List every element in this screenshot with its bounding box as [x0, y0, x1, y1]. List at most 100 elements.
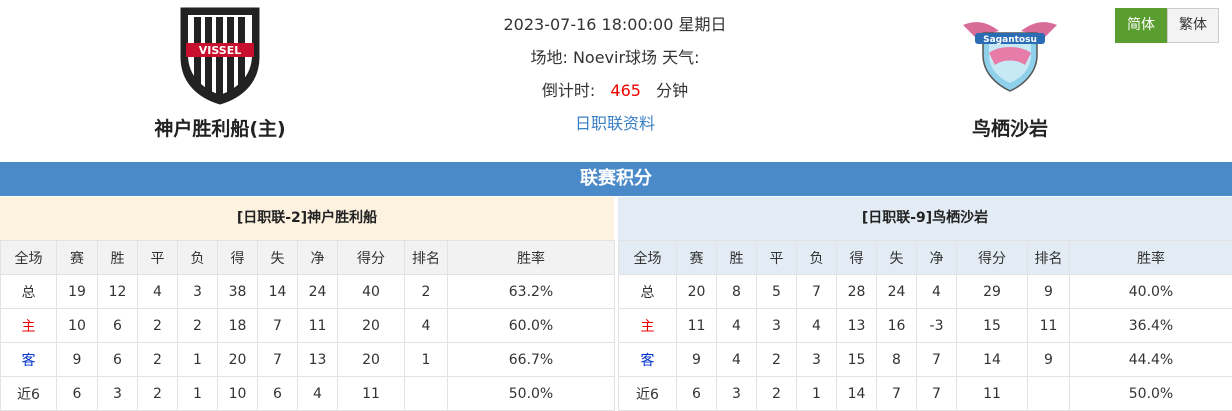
home-standings-panel: [日职联-2]神户胜利船 全场赛胜平负得失净得分排名胜率 总1912433814… [0, 197, 614, 411]
column-header: 赛 [57, 241, 98, 275]
table-cell: 7 [258, 343, 298, 377]
column-header: 净 [298, 241, 338, 275]
table-cell: -3 [917, 309, 957, 343]
table-cell: 20 [677, 275, 717, 309]
table-cell: 4 [405, 309, 448, 343]
table-cell: 50.0% [448, 377, 615, 411]
column-header: 得分 [957, 241, 1028, 275]
table-cell: 40 [338, 275, 405, 309]
away-team-logo[interactable]: Sagantosu [880, 0, 1140, 110]
column-header: 平 [757, 241, 797, 275]
home-table-body: 总19124338142440263.2%主106221871120460.0%… [1, 275, 615, 411]
table-cell: 24 [877, 275, 917, 309]
table-cell: 5 [757, 275, 797, 309]
table-cell: 近6 [1, 377, 57, 411]
table-cell: 2 [178, 309, 218, 343]
column-header: 失 [258, 241, 298, 275]
table-cell: 2 [757, 343, 797, 377]
table-cell: 11 [338, 377, 405, 411]
home-standings-table: 全场赛胜平负得失净得分排名胜率 总19124338142440263.2%主10… [0, 240, 615, 411]
table-cell: 4 [797, 309, 837, 343]
table-cell: 7 [917, 343, 957, 377]
table-cell: 12 [98, 275, 138, 309]
table-row: 总19124338142440263.2% [1, 275, 615, 309]
countdown-unit: 分钟 [656, 81, 688, 100]
table-cell: 18 [218, 309, 258, 343]
table-cell: 16 [877, 309, 917, 343]
table-cell: 14 [957, 343, 1028, 377]
table-cell: 9 [57, 343, 98, 377]
table-cell: 50.0% [1070, 377, 1232, 411]
table-row: 客96212071320166.7% [1, 343, 615, 377]
table-cell: 7 [258, 309, 298, 343]
table-cell [1028, 377, 1070, 411]
match-info: 2023-07-16 18:00:00 星期日 场地: Noevir球场 天气:… [440, 12, 790, 144]
column-header: 负 [797, 241, 837, 275]
table-cell: 2 [138, 309, 178, 343]
table-cell: 6 [98, 309, 138, 343]
svg-text:VISSEL: VISSEL [199, 44, 241, 57]
table-row: 近6632114771150.0% [619, 377, 1232, 411]
league-info-link[interactable]: 日职联资料 [440, 111, 790, 144]
column-header: 全场 [619, 241, 677, 275]
table-cell: 6 [57, 377, 98, 411]
table-cell: 6 [258, 377, 298, 411]
table-cell: 2 [757, 377, 797, 411]
table-cell: 9 [677, 343, 717, 377]
table-cell: 1 [178, 377, 218, 411]
match-header: VISSEL 神户胜利船(主) 2023-07-16 18:00:00 星期日 … [0, 0, 1232, 160]
away-team: Sagantosu 鸟栖沙岩 [880, 0, 1140, 141]
table-cell: 3 [178, 275, 218, 309]
table-cell: 4 [298, 377, 338, 411]
column-header: 排名 [1028, 241, 1070, 275]
countdown-label: 倒计时: [542, 81, 595, 100]
svg-text:Sagantosu: Sagantosu [983, 35, 1037, 45]
column-header: 平 [138, 241, 178, 275]
countdown: 倒计时: 465 分钟 [440, 78, 790, 111]
table-cell: 60.0% [448, 309, 615, 343]
table-cell: 4 [138, 275, 178, 309]
table-cell: 11 [1028, 309, 1070, 343]
column-header: 负 [178, 241, 218, 275]
table-cell: 6 [98, 343, 138, 377]
table-cell: 总 [1, 275, 57, 309]
table-row: 总208572824429940.0% [619, 275, 1232, 309]
home-team-name: 神户胜利船(主) [90, 114, 350, 141]
table-cell: 3 [98, 377, 138, 411]
home-team-logo[interactable]: VISSEL [90, 0, 350, 110]
table-cell: 13 [837, 309, 877, 343]
table-cell: 2 [405, 275, 448, 309]
table-cell: 1 [178, 343, 218, 377]
table-cell: 2 [138, 343, 178, 377]
section-title-bar: 联赛积分 [0, 162, 1232, 196]
table-cell: 9 [1028, 275, 1070, 309]
table-cell: 4 [717, 343, 757, 377]
column-header: 胜 [98, 241, 138, 275]
table-cell: 8 [717, 275, 757, 309]
lang-traditional-button[interactable]: 繁体 [1167, 8, 1219, 43]
table-cell: 总 [619, 275, 677, 309]
table-cell: 15 [837, 343, 877, 377]
table-cell: 3 [717, 377, 757, 411]
away-table-body: 总208572824429940.0%主114341316-3151136.4%… [619, 275, 1232, 411]
table-cell: 24 [298, 275, 338, 309]
table-cell: 20 [218, 343, 258, 377]
table-cell: 2 [138, 377, 178, 411]
column-header: 胜率 [1070, 241, 1232, 275]
column-header: 得 [218, 241, 258, 275]
home-standings-title: [日职联-2]神户胜利船 [0, 197, 614, 240]
table-cell: 7 [877, 377, 917, 411]
table-cell: 7 [797, 275, 837, 309]
table-cell: 1 [797, 377, 837, 411]
table-cell: 63.2% [448, 275, 615, 309]
table-cell: 28 [837, 275, 877, 309]
countdown-value: 465 [610, 81, 641, 100]
table-cell: 4 [917, 275, 957, 309]
table-cell: 40.0% [1070, 275, 1232, 309]
table-cell: 14 [837, 377, 877, 411]
table-cell: 3 [797, 343, 837, 377]
table-cell: 客 [619, 343, 677, 377]
column-header: 得 [837, 241, 877, 275]
lang-simplified-button[interactable]: 简体 [1115, 8, 1167, 43]
column-header: 全场 [1, 241, 57, 275]
